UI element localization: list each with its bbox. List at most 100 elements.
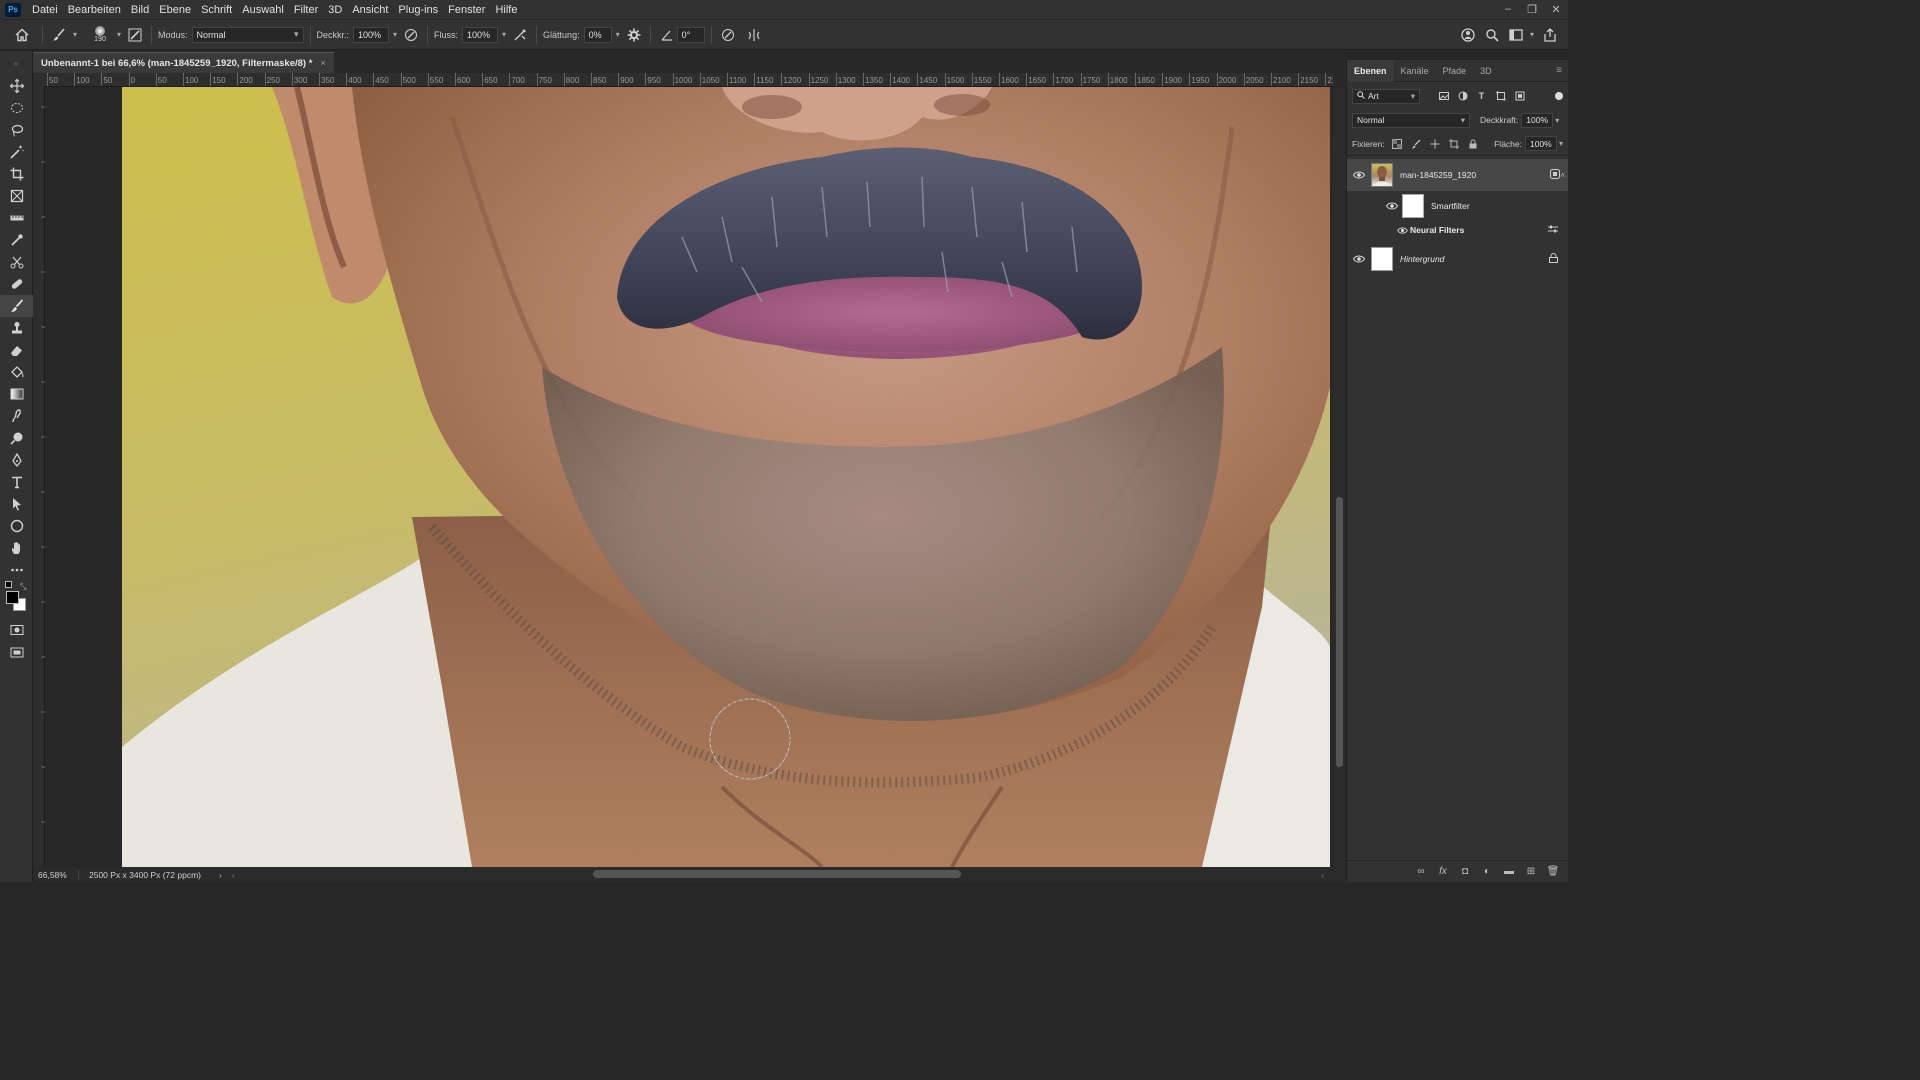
color-swatches[interactable]: ⤡ [0, 581, 32, 619]
chevron-down-icon[interactable]: ▾ [69, 30, 81, 39]
tab-kanaele[interactable]: Kanäle [1394, 60, 1436, 82]
menu-bild[interactable]: Bild [126, 0, 154, 20]
opacity-input[interactable]: 100% [353, 26, 390, 43]
close-document-button[interactable]: × [320, 58, 326, 69]
search-icon[interactable] [1482, 25, 1502, 45]
type-icon[interactable] [0, 471, 33, 493]
brush-icon[interactable] [0, 295, 33, 317]
flow-input[interactable]: 100% [462, 26, 499, 43]
menu-plugins[interactable]: Plug-ins [393, 0, 443, 20]
status-menu-chevron-icon[interactable]: › [219, 870, 222, 880]
photoshop-logo[interactable]: Ps [5, 2, 21, 17]
scroll-left-icon[interactable]: ‹ [232, 870, 235, 880]
smart-object-filter-icon[interactable] [1510, 89, 1529, 104]
pixel-layer-filter-icon[interactable] [1434, 89, 1453, 104]
adjustment-layer-filter-icon[interactable] [1453, 89, 1472, 104]
frame-icon[interactable] [0, 185, 33, 207]
paint-bucket-icon[interactable] [0, 361, 33, 383]
photo-canvas[interactable] [122, 87, 1330, 867]
learn-icon[interactable] [1458, 25, 1478, 45]
menu-hilfe[interactable]: Hilfe [490, 0, 522, 20]
layer-opacity-input[interactable]: 100% [1521, 112, 1554, 128]
path-selection-icon[interactable] [0, 493, 33, 515]
workspace-icon[interactable] [1506, 25, 1526, 45]
chevron-down-icon[interactable]: ▾ [1555, 116, 1559, 125]
brush-size-picker[interactable]: 190 [87, 22, 113, 48]
magic-wand-icon[interactable] [0, 141, 33, 163]
add-mask-icon[interactable]: ◘ [1457, 866, 1473, 877]
lock-artboard-icon[interactable] [1445, 136, 1464, 151]
swap-colors-icon[interactable]: ⤡ [20, 582, 26, 592]
chevron-down-icon[interactable]: ▾ [1559, 139, 1563, 148]
more-tools-icon[interactable] [0, 559, 33, 581]
foreground-color-swatch[interactable] [6, 591, 19, 604]
collapse-toolbar-icon[interactable]: » [0, 51, 32, 75]
lock-transparent-pixels-icon[interactable] [1388, 136, 1407, 151]
layer-row-neural-filters[interactable]: Neural Filters [1347, 221, 1568, 239]
filter-options-icon[interactable] [1548, 225, 1558, 235]
airbrush-icon[interactable] [510, 25, 530, 45]
menu-bearbeiten[interactable]: Bearbeiten [63, 0, 126, 20]
mode-select[interactable]: Normal ▾ [191, 26, 304, 43]
clone-stamp-icon[interactable] [0, 317, 33, 339]
share-icon[interactable] [1540, 25, 1560, 45]
vertical-ruler[interactable] [33, 87, 45, 867]
move-icon[interactable] [0, 75, 33, 97]
eraser-icon[interactable] [0, 339, 33, 361]
ruler-icon[interactable] [0, 207, 33, 229]
lock-position-icon[interactable] [1426, 136, 1445, 151]
menu-datei[interactable]: Datei [27, 0, 63, 20]
tab-3d[interactable]: 3D [1473, 60, 1499, 82]
layer-row-smartfilter[interactable]: Smartfilter [1347, 191, 1568, 221]
zoom-level[interactable]: 66,58% [33, 869, 79, 880]
tab-ebenen[interactable]: Ebenen [1347, 59, 1394, 82]
minimize-button[interactable]: – [1496, 3, 1520, 16]
scissors-icon[interactable] [0, 251, 33, 273]
canvas-area[interactable] [45, 87, 1333, 867]
visibility-eye-icon[interactable] [1347, 255, 1371, 263]
gradient-icon[interactable] [0, 383, 33, 405]
smoothing-input[interactable]: 0% [583, 26, 612, 43]
new-layer-icon[interactable]: ⊞ [1523, 866, 1539, 877]
quick-mask-icon[interactable] [0, 619, 33, 641]
horizontal-ruler[interactable]: 50 100 50 0 50 100 150 200 250 300 350 400 450 500 550… [45, 73, 1333, 87]
layer-kind-filter[interactable]: Art ▾ [1352, 88, 1420, 104]
document-tab[interactable]: Unbenannt-1 bei 66,6% (man-1845259_1920,… [33, 52, 334, 73]
crop-icon[interactable] [0, 163, 33, 185]
shape-layer-filter-icon[interactable] [1491, 89, 1510, 104]
dodge-icon[interactable] [0, 427, 33, 449]
close-window-button[interactable]: ✕ [1544, 3, 1568, 16]
menu-filter[interactable]: Filter [289, 0, 323, 20]
tab-pfade[interactable]: Pfade [1436, 60, 1474, 82]
vertical-scrollbar[interactable] [1333, 87, 1346, 867]
filter-mask-thumbnail[interactable] [1402, 194, 1424, 218]
hand-icon[interactable] [0, 537, 33, 559]
layer-row-main[interactable]: man-1845259_1920 ˄ [1347, 159, 1568, 191]
pressure-size-icon[interactable] [718, 25, 738, 45]
chevron-down-icon[interactable]: ▾ [612, 30, 624, 39]
symmetry-icon[interactable] [744, 25, 764, 45]
adjustment-layer-icon[interactable]: ◐ [1479, 866, 1495, 877]
menu-ansicht[interactable]: Ansicht [347, 0, 393, 20]
visibility-eye-icon[interactable] [1380, 202, 1404, 210]
panel-menu-icon[interactable]: ≡ [1556, 65, 1562, 76]
menu-3d[interactable]: 3D [323, 0, 347, 20]
scroll-right-icon[interactable]: › [1321, 870, 1324, 880]
brush-preset-icon[interactable] [49, 25, 69, 45]
menu-auswahl[interactable]: Auswahl [237, 0, 289, 20]
chevron-down-icon[interactable]: ▾ [498, 30, 510, 39]
lock-all-icon[interactable] [1464, 136, 1483, 151]
fill-input[interactable]: 100% [1524, 136, 1557, 151]
healing-brush-icon[interactable] [0, 273, 33, 295]
blend-mode-select[interactable]: Normal ▾ [1352, 112, 1470, 128]
link-layers-icon[interactable]: ∞ [1413, 866, 1429, 877]
lock-icon[interactable] [1549, 253, 1558, 265]
smudge-icon[interactable] [0, 405, 33, 427]
horizontal-scroll-thumb[interactable] [593, 870, 961, 878]
pen-icon[interactable] [0, 449, 33, 471]
layer-row-background[interactable]: Hintergrund [1347, 243, 1568, 275]
new-group-icon[interactable]: ▬ [1501, 866, 1517, 877]
layer-style-fx-icon[interactable]: fx [1435, 866, 1451, 877]
filter-toggle-icon[interactable] [1555, 92, 1563, 100]
ruler-corner[interactable] [33, 73, 45, 87]
